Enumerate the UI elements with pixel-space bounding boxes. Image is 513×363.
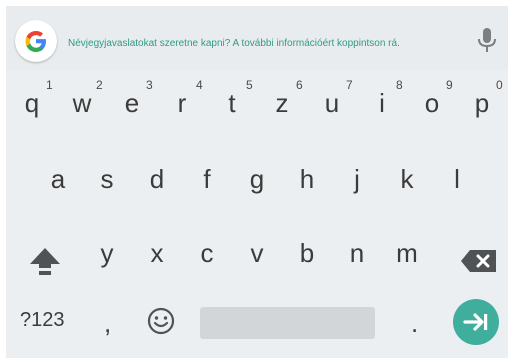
key-s[interactable]: s bbox=[83, 164, 131, 202]
key-label: c bbox=[200, 238, 214, 268]
key-h[interactable]: h bbox=[283, 164, 331, 202]
key-label: s bbox=[100, 164, 114, 194]
key-label: r bbox=[177, 88, 187, 118]
enter-arrow-icon[interactable] bbox=[453, 299, 499, 345]
key-label: e bbox=[124, 88, 140, 118]
key-row-2: a s d f g h j k l bbox=[6, 154, 508, 204]
key-hint: 8 bbox=[396, 78, 403, 92]
key-label: g bbox=[249, 164, 265, 194]
key-k[interactable]: k bbox=[383, 164, 431, 202]
shift-icon[interactable] bbox=[28, 244, 62, 278]
key-y[interactable]: y bbox=[83, 238, 131, 276]
key-label: i bbox=[379, 88, 385, 118]
comma-key[interactable]: , bbox=[104, 308, 111, 339]
key-hint: 2 bbox=[96, 78, 103, 92]
key-u[interactable]: u 7 bbox=[308, 78, 356, 126]
key-label: n bbox=[349, 238, 365, 268]
key-v[interactable]: v bbox=[233, 238, 281, 276]
key-hint: 6 bbox=[296, 78, 303, 92]
backspace-icon[interactable] bbox=[460, 248, 498, 274]
key-row-3: y x c v b n m bbox=[6, 230, 508, 280]
key-hint: 1 bbox=[46, 78, 53, 92]
key-w[interactable]: w 2 bbox=[58, 78, 106, 126]
key-label: k bbox=[400, 164, 414, 194]
key-g[interactable]: g bbox=[233, 164, 281, 202]
key-label: d bbox=[149, 164, 165, 194]
key-label: m bbox=[396, 238, 418, 268]
key-o[interactable]: o 9 bbox=[408, 78, 456, 126]
suggestion-bar[interactable]: Névjegyjavaslatokat szeretne kapni? A to… bbox=[6, 6, 508, 70]
key-a[interactable]: a bbox=[34, 164, 82, 202]
key-n[interactable]: n bbox=[333, 238, 381, 276]
key-label: z bbox=[275, 88, 289, 118]
key-label: q bbox=[24, 88, 40, 118]
key-e[interactable]: e 3 bbox=[108, 78, 156, 126]
key-label: h bbox=[299, 164, 315, 194]
key-label: x bbox=[150, 238, 164, 268]
key-label: f bbox=[203, 164, 211, 194]
symbols-key[interactable]: ?123 bbox=[20, 309, 65, 332]
key-j[interactable]: j bbox=[333, 164, 381, 202]
microphone-icon[interactable] bbox=[476, 26, 498, 56]
key-label: y bbox=[100, 238, 114, 268]
key-hint: 0 bbox=[496, 78, 503, 92]
key-label: p bbox=[474, 88, 490, 118]
key-i[interactable]: i 8 bbox=[358, 78, 406, 126]
key-label: v bbox=[250, 238, 264, 268]
key-l[interactable]: l bbox=[433, 164, 481, 202]
key-hint: 3 bbox=[146, 78, 153, 92]
key-t[interactable]: t 5 bbox=[208, 78, 256, 126]
key-b[interactable]: b bbox=[283, 238, 331, 276]
google-g-icon[interactable] bbox=[15, 20, 57, 62]
key-r[interactable]: r 4 bbox=[158, 78, 206, 126]
key-hint: 7 bbox=[346, 78, 353, 92]
key-z[interactable]: z 6 bbox=[258, 78, 306, 126]
key-label: b bbox=[299, 238, 315, 268]
keyboard: Névjegyjavaslatokat szeretne kapni? A to… bbox=[6, 6, 508, 358]
key-d[interactable]: d bbox=[133, 164, 181, 202]
key-hint: 5 bbox=[246, 78, 253, 92]
key-p[interactable]: p 0 bbox=[458, 78, 506, 126]
key-q[interactable]: q 1 bbox=[8, 78, 56, 126]
key-label: o bbox=[424, 88, 440, 118]
suggestion-message[interactable]: Névjegyjavaslatokat szeretne kapni? A to… bbox=[68, 38, 400, 49]
key-x[interactable]: x bbox=[133, 238, 181, 276]
key-c[interactable]: c bbox=[183, 238, 231, 276]
key-m[interactable]: m bbox=[383, 238, 431, 276]
space-bar[interactable] bbox=[200, 307, 375, 339]
period-key[interactable]: . bbox=[411, 308, 418, 339]
key-label: a bbox=[50, 164, 66, 194]
key-row-1: q 1 w 2 e 3 r 4 t 5 z 6 u 7 i 8 o 9 p 0 bbox=[6, 70, 508, 130]
key-label: j bbox=[354, 164, 360, 194]
key-label: w bbox=[72, 88, 92, 118]
key-label: l bbox=[454, 164, 460, 194]
key-hint: 4 bbox=[196, 78, 203, 92]
key-hint: 9 bbox=[446, 78, 453, 92]
key-label: u bbox=[324, 88, 340, 118]
key-f[interactable]: f bbox=[183, 164, 231, 202]
key-label: t bbox=[228, 88, 236, 118]
emoji-icon[interactable] bbox=[146, 306, 176, 336]
